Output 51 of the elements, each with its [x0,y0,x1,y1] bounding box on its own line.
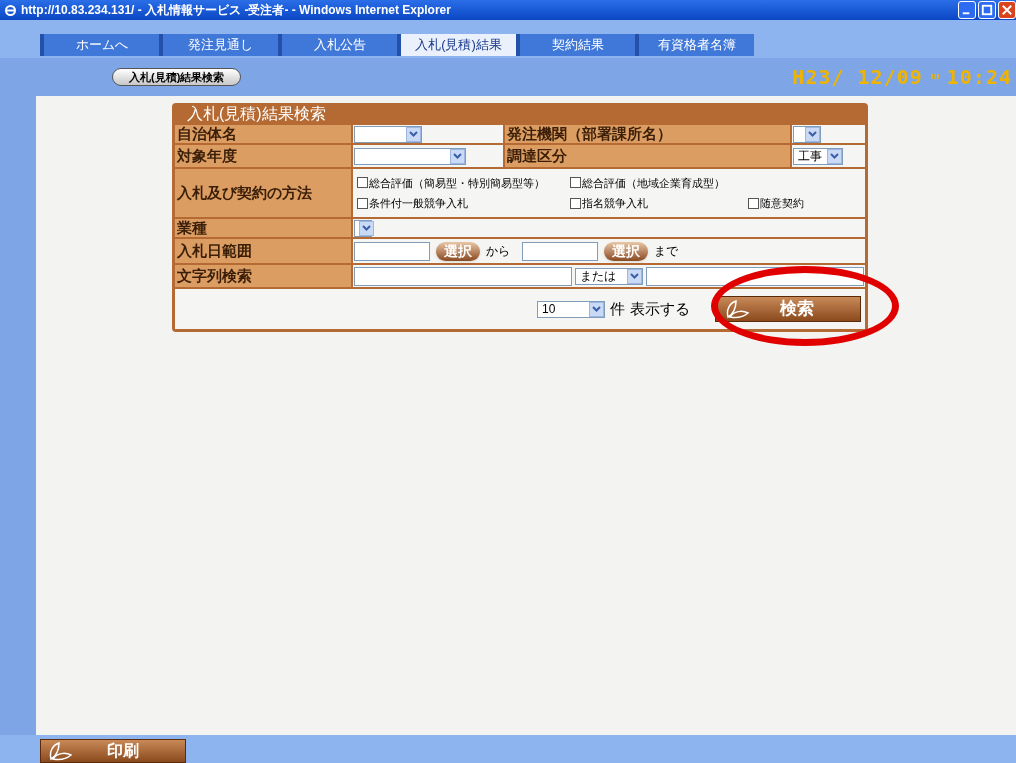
nav-tab[interactable]: 入札公告 [278,34,397,56]
dropdown[interactable]: または [575,267,643,285]
checkbox[interactable] [357,177,368,189]
nav-tab[interactable]: ホームへ [40,34,159,56]
checkbox-option[interactable]: 総合評価（簡易型・特別簡易型等） [357,174,570,191]
clock-date: H23/ 12/09 [792,64,923,91]
field-label: 発注機関（部署課所名） [505,125,790,143]
field-label: 入札日範囲 [175,239,351,263]
dropdown[interactable]: 10 [537,300,605,318]
text-field[interactable] [522,241,598,261]
field-label: 自治体名 [175,125,351,143]
dropdown[interactable]: 工事 [793,147,843,165]
nav-tab[interactable]: 入札(見積)結果 [397,34,516,56]
minimize-icon[interactable] [958,1,976,19]
dropdown[interactable] [793,125,821,143]
checkbox-option[interactable]: 条件付一般競争入札 [357,195,570,212]
dropdown[interactable] [354,125,422,143]
checkbox[interactable] [570,177,581,189]
maximize-icon[interactable] [978,1,996,19]
field-label: 調達区分 [505,145,790,167]
checkbox[interactable] [570,197,581,209]
clock-time: 10:24 [946,64,1012,91]
range-to-text: まで [654,243,678,260]
search-button[interactable]: 検索 [715,296,861,322]
checkbox-option[interactable]: 指名競争入札 [570,195,748,212]
checkbox[interactable] [748,197,759,209]
field-label: 入札及び契約の方法 [175,169,351,217]
field-label: 文字列検索 [175,265,351,287]
subtab-button[interactable]: 入札(見積)結果検索 [112,68,242,86]
checkbox[interactable] [357,197,368,209]
range-from-text: から [486,243,510,260]
text-field[interactable] [354,241,430,261]
leaf-icon [47,741,73,761]
page-size-suffix: 表示する [630,298,690,319]
nav-tab[interactable]: 契約結果 [516,34,635,56]
clock-separator-icon [930,74,939,80]
page-size-unit: 件 [610,298,625,319]
leaf-icon [724,299,750,319]
nav-tab[interactable]: 有資格者名簿 [635,34,754,56]
dropdown[interactable] [354,219,372,237]
checkbox-option[interactable]: 随意契約 [748,195,865,212]
nav-tab[interactable]: 発注見通し [159,34,278,56]
checkbox-option[interactable]: 総合評価（地域企業育成型） [570,174,865,191]
field-label: 業種 [175,219,351,237]
panel-title: 入札(見積)結果検索 [186,104,327,124]
window-title: http://10.83.234.131/ - 入札情報サービス -受注者- - Windows Internet Explorer [21,2,451,19]
text-field[interactable] [354,266,572,286]
print-button[interactable]: 印刷 [40,739,186,763]
close-icon[interactable] [998,1,1016,19]
dropdown[interactable] [354,147,466,165]
field-label: 対象年度 [175,145,351,167]
